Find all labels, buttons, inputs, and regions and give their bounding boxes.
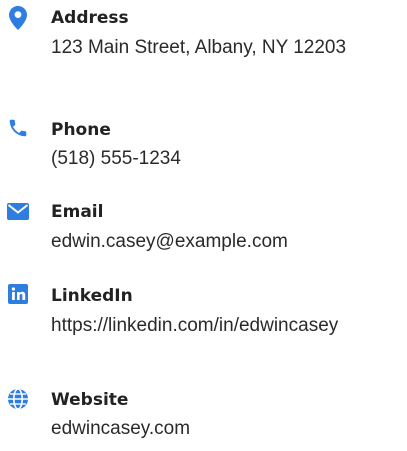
globe-icon (6, 387, 30, 411)
email-link[interactable]: edwin.casey@example.com (51, 229, 351, 255)
contact-list: Address 123 Main Street, Albany, NY 1220… (0, 0, 407, 451)
linkedin-link[interactable]: https://linkedin.com/in/edwincasey (51, 313, 351, 339)
envelope-icon (6, 199, 30, 223)
website-label: Website (51, 390, 129, 410)
contact-item-phone: Phone (518) 555-1234 (0, 110, 407, 190)
phone-icon (6, 116, 30, 140)
linkedin-icon (6, 282, 30, 306)
map-pin-icon (6, 6, 30, 30)
address-label: Address (51, 8, 129, 28)
contact-item-website: Website edwincasey.com (0, 380, 407, 450)
phone-label: Phone (51, 120, 111, 140)
website-link[interactable]: edwincasey.com (51, 416, 351, 442)
address-value: 123 Main Street, Albany, NY 12203 (51, 37, 347, 58)
email-label: Email (51, 202, 104, 222)
contact-item-email: Email edwin.casey@example.com (0, 192, 407, 272)
linkedin-label: LinkedIn (51, 286, 133, 306)
phone-link[interactable]: (518) 555-1234 (51, 146, 351, 172)
contact-item-linkedin: LinkedIn https://linkedin.com/in/edwinca… (0, 276, 407, 376)
contact-item-address: Address 123 Main Street, Albany, NY 1220… (0, 0, 407, 100)
